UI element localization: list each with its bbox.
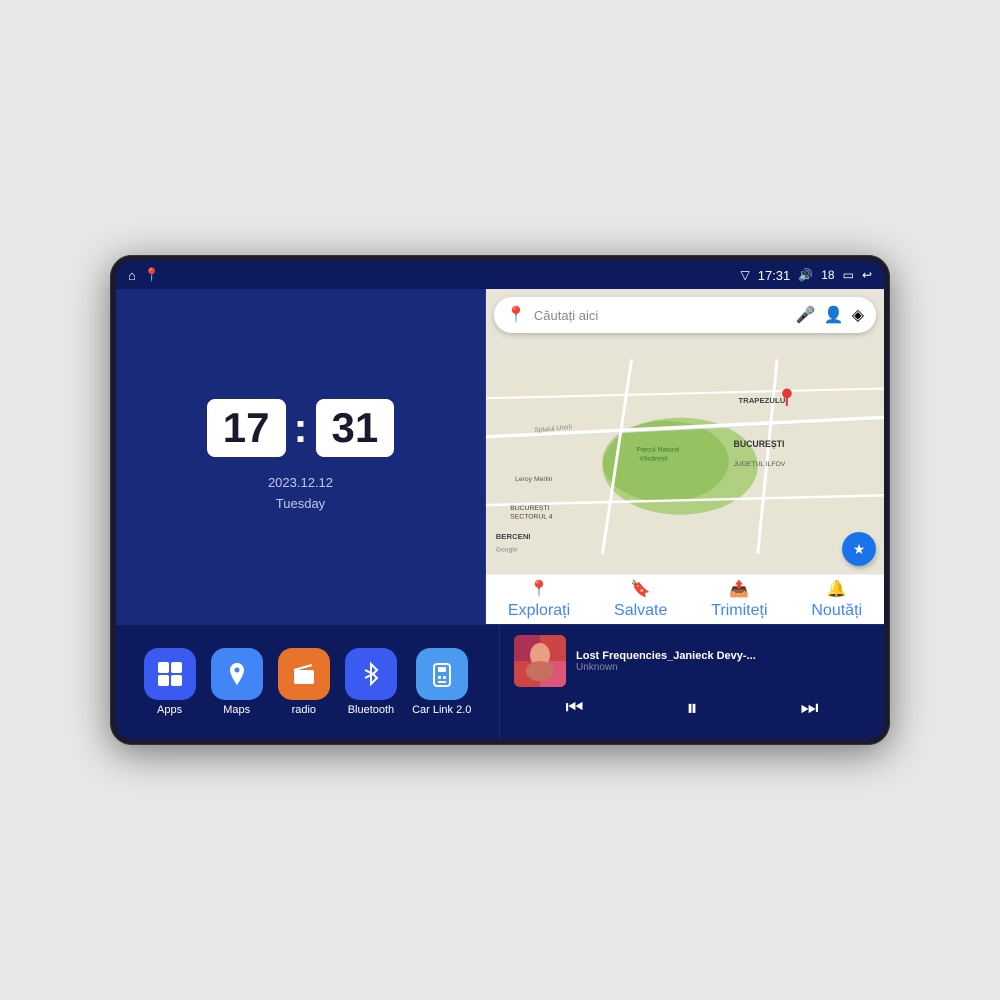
map-search-icons: 🎤 👤 ◈ <box>796 305 864 325</box>
mic-icon[interactable]: 🎤 <box>796 305 816 325</box>
clock-display: 17 : 31 <box>207 399 394 457</box>
map-search-placeholder[interactable]: Căutați aici <box>534 308 788 323</box>
music-controls: ⏮ ⏸ ⏭ <box>514 687 870 729</box>
radio-label: radio <box>292 704 316 716</box>
signal-icon: ▽ <box>741 268 750 282</box>
music-artist: Unknown <box>576 662 870 673</box>
next-button[interactable]: ⏭ <box>790 693 828 724</box>
svg-text:BUCUREȘTI: BUCUREȘTI <box>734 439 785 449</box>
clock-minute: 31 <box>316 399 395 457</box>
apps-dock: Apps Maps <box>116 625 500 739</box>
svg-text:JUDEȚUL ILFOV: JUDEȚUL ILFOV <box>734 461 786 468</box>
map-nav-explore[interactable]: 📍 Explorați <box>508 579 570 620</box>
app-item-maps[interactable]: Maps <box>211 648 263 716</box>
svg-text:Google: Google <box>496 547 518 554</box>
svg-text:TRAPEZULUI: TRAPEZULUI <box>738 396 787 405</box>
news-icon: 🔔 <box>827 579 847 599</box>
saved-icon: 🔖 <box>631 579 651 599</box>
svg-text:BUCUREȘTI: BUCUREȘTI <box>510 505 549 512</box>
battery-level: 18 <box>821 268 834 282</box>
carlink-label: Car Link 2.0 <box>412 704 471 716</box>
bottom-row: Apps Maps <box>116 624 884 739</box>
app-item-carlink[interactable]: Car Link 2.0 <box>412 648 471 716</box>
svg-text:Leroy Merlin: Leroy Merlin <box>515 476 553 483</box>
music-panel: Lost Frequencies_Janieck Devy-... Unknow… <box>500 625 884 739</box>
map-pin-icon[interactable]: 📍 <box>144 267 160 283</box>
layers-icon[interactable]: ◈ <box>852 305 864 325</box>
music-info-row: Lost Frequencies_Janieck Devy-... Unknow… <box>514 635 870 687</box>
map-nav-news[interactable]: 🔔 Noutăți <box>811 579 862 620</box>
maps-icon <box>211 648 263 700</box>
status-right: ▽ 17:31 🔊 18 ▭ ↩ <box>741 268 873 283</box>
map-logo-icon: 📍 <box>506 305 526 325</box>
saved-label: Salvate <box>614 602 667 620</box>
map-navigate-btn[interactable]: ★ <box>842 532 876 566</box>
svg-text:Văcărești: Văcărești <box>639 455 668 462</box>
clock-colon: : <box>294 407 308 449</box>
apps-label: Apps <box>157 704 182 716</box>
status-time: 17:31 <box>758 268 791 283</box>
map-panel[interactable]: 📍 Căutați aici 🎤 👤 ◈ <box>486 289 884 624</box>
album-art-image <box>514 635 566 687</box>
bluetooth-icon <box>345 648 397 700</box>
explore-label: Explorați <box>508 602 570 620</box>
battery-icon: ▭ <box>843 268 854 282</box>
album-art <box>514 635 566 687</box>
map-search-bar[interactable]: 📍 Căutați aici 🎤 👤 ◈ <box>494 297 876 333</box>
map-nav-saved[interactable]: 🔖 Salvate <box>614 579 667 620</box>
status-left: ⌂ 📍 <box>128 267 160 283</box>
back-icon[interactable]: ↩ <box>862 268 872 282</box>
prev-button[interactable]: ⏮ <box>555 693 593 724</box>
account-icon[interactable]: 👤 <box>824 305 844 325</box>
radio-icon <box>278 648 330 700</box>
home-icon[interactable]: ⌂ <box>128 268 136 283</box>
send-label: Trimiteți <box>711 602 767 620</box>
svg-text:BERCENI: BERCENI <box>496 532 531 541</box>
day-value: Tuesday <box>268 494 333 515</box>
map-svg: Splaiul Unirii TRAPEZULUI BUCUREȘTI JUDE… <box>486 339 884 574</box>
screen: ⌂ 📍 ▽ 17:31 🔊 18 ▭ ↩ 17 : 31 <box>116 261 884 739</box>
date-value: 2023.12.12 <box>268 473 333 494</box>
send-icon: 📤 <box>729 579 749 599</box>
clock-hour: 17 <box>207 399 286 457</box>
app-item-apps[interactable]: Apps <box>144 648 196 716</box>
status-bar: ⌂ 📍 ▽ 17:31 🔊 18 ▭ ↩ <box>116 261 884 289</box>
svg-text:Parcul Natural: Parcul Natural <box>636 447 679 454</box>
carlink-icon <box>416 648 468 700</box>
date-display: 2023.12.12 Tuesday <box>268 473 333 515</box>
apps-icon <box>144 648 196 700</box>
news-label: Noutăți <box>811 602 862 620</box>
explore-icon: 📍 <box>529 579 549 599</box>
clock-panel: 17 : 31 2023.12.12 Tuesday <box>116 289 486 624</box>
music-title: Lost Frequencies_Janieck Devy-... <box>576 650 870 662</box>
maps-label: Maps <box>223 704 250 716</box>
bluetooth-label: Bluetooth <box>348 704 394 716</box>
app-item-radio[interactable]: radio <box>278 648 330 716</box>
volume-icon[interactable]: 🔊 <box>798 268 813 282</box>
map-nav-send[interactable]: 📤 Trimiteți <box>711 579 767 620</box>
app-item-bluetooth[interactable]: Bluetooth <box>345 648 397 716</box>
play-pause-button[interactable]: ⏸ <box>676 691 707 725</box>
map-nav-bar: 📍 Explorați 🔖 Salvate 📤 Trimiteți 🔔 Nout… <box>486 574 884 624</box>
svg-text:SECTORUL 4: SECTORUL 4 <box>510 514 552 521</box>
device-shell: ⌂ 📍 ▽ 17:31 🔊 18 ▭ ↩ 17 : 31 <box>110 255 890 745</box>
music-text: Lost Frequencies_Janieck Devy-... Unknow… <box>576 650 870 673</box>
main-area: 17 : 31 2023.12.12 Tuesday 📍 Căutați aic… <box>116 289 884 739</box>
